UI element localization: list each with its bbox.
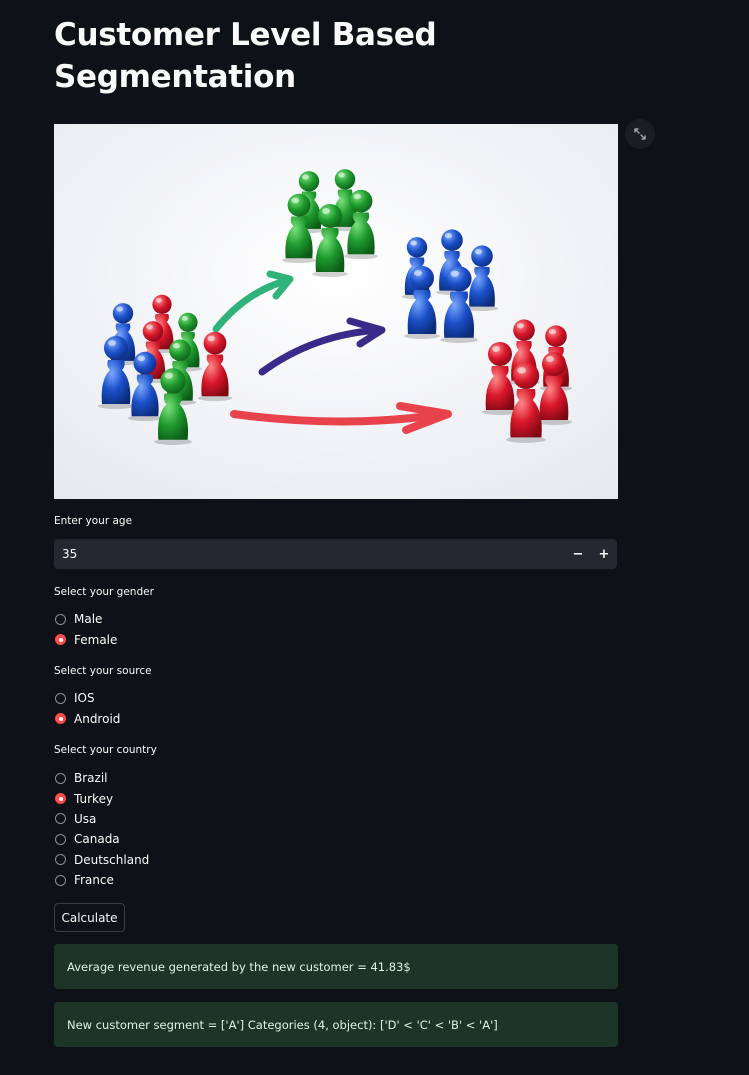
gender-radio-group: Male Female [55,609,117,650]
country-option-brazil[interactable]: Brazil [55,768,149,788]
radio-unchecked-icon[interactable] [55,813,66,825]
radio-label: Android [74,711,121,726]
radio-unchecked-icon[interactable] [55,692,66,704]
country-radio-group: Brazil Turkey Usa Canada Deutschland France [55,768,149,890]
radio-label: Canada [74,832,120,847]
segment-result-alert: New customer segment = ['A'] Categories … [54,1002,618,1047]
source-radio-group: IOS Android [55,688,120,729]
country-option-turkey[interactable]: Turkey [55,788,149,808]
radio-unchecked-icon[interactable] [55,854,66,866]
segmentation-pawns-image [54,124,618,499]
source-option-ios[interactable]: IOS [55,688,120,708]
increment-button[interactable]: + [591,539,617,569]
revenue-result-alert: Average revenue generated by the new cus… [54,944,618,989]
radio-checked-icon[interactable] [55,713,66,725]
country-label: Select your country [54,744,157,756]
country-option-usa[interactable]: Usa [55,809,149,829]
radio-unchecked-icon[interactable] [55,613,66,625]
gender-label: Select your gender [54,586,154,598]
expand-icon [634,128,646,140]
fullscreen-button[interactable] [625,119,655,149]
radio-checked-icon[interactable] [55,634,66,646]
decrement-button[interactable]: − [565,539,591,569]
radio-label: Female [74,632,118,647]
country-option-canada[interactable]: Canada [55,829,149,849]
radio-label: Usa [74,811,97,826]
radio-checked-icon[interactable] [55,793,66,805]
country-option-france[interactable]: France [55,870,149,890]
radio-unchecked-icon[interactable] [55,874,66,886]
source-label: Select your source [54,665,152,677]
radio-label: Deutschland [74,852,150,867]
radio-unchecked-icon[interactable] [55,833,66,845]
age-number-input: − + [54,538,617,570]
radio-label: Brazil [74,771,108,786]
gender-option-female[interactable]: Female [55,629,117,649]
age-input[interactable] [54,538,565,570]
app-page: Customer Level Based Segmentation Enter … [0,0,749,1075]
radio-unchecked-icon[interactable] [55,772,66,784]
radio-label: Male [74,612,103,627]
country-option-deutschland[interactable]: Deutschland [55,850,149,870]
radio-label: Turkey [74,791,114,806]
hero-image [54,124,618,499]
radio-label: IOS [74,691,95,706]
source-option-android[interactable]: Android [55,708,120,728]
gender-option-male[interactable]: Male [55,609,117,629]
calculate-button[interactable]: Calculate [54,903,125,932]
page-title: Customer Level Based Segmentation [54,17,437,95]
radio-label: France [74,873,114,888]
age-label: Enter your age [54,515,133,527]
